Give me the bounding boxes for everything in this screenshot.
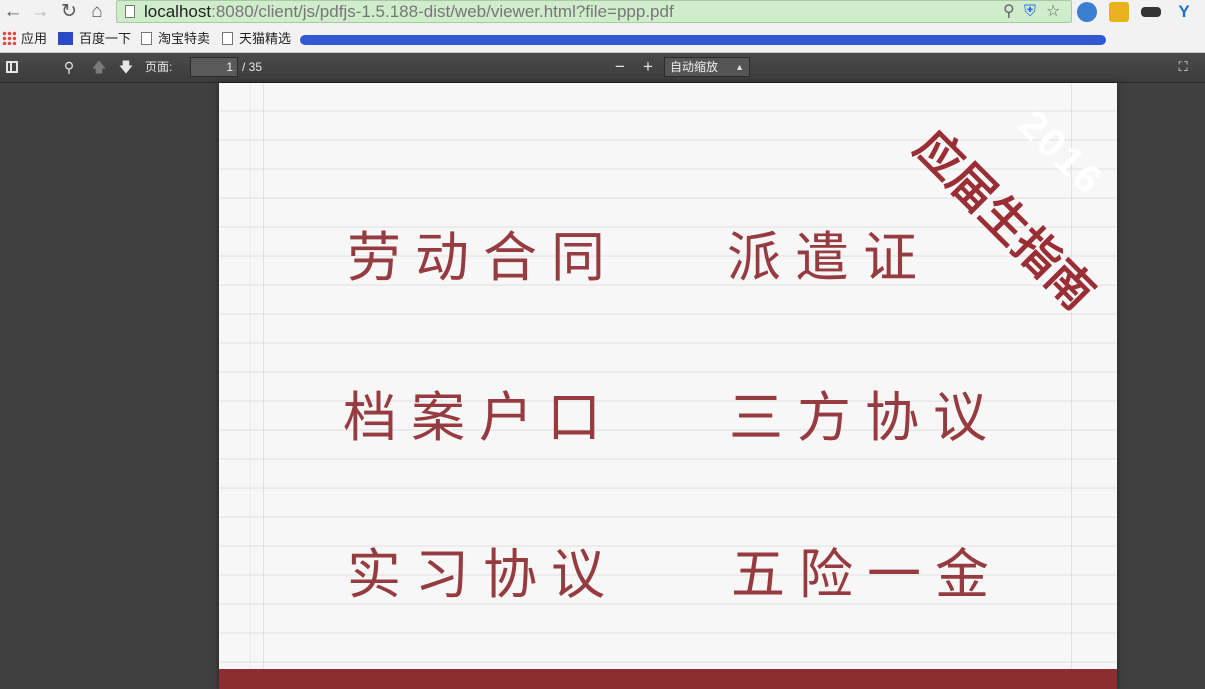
bookmark-label: 应用 — [21, 31, 48, 46]
bookmark-tmall[interactable]: 天猫精选 — [222, 30, 291, 48]
item-archive-hukou: 档案户口 — [343, 386, 615, 449]
pdf-toolbar: ⚲ 🡅 🡇 页面: / 35 − + 自动缩放 ▲ ⛶ — [0, 53, 1205, 83]
address-bar[interactable]: localhost:8080/client/js/pdfjs-1.5.188-d… — [116, 0, 1072, 23]
bookmark-label: 天猫精选 — [239, 31, 292, 46]
page-icon — [222, 32, 233, 45]
bookmark-apps[interactable]: 应用 — [2, 30, 47, 48]
page-number-input[interactable] — [190, 57, 238, 77]
zoom-value: 自动缩放 — [670, 60, 719, 74]
redaction-scribble — [300, 35, 1106, 45]
globe-extension-icon[interactable] — [1077, 2, 1097, 22]
previous-page-icon[interactable]: 🡅 — [91, 57, 107, 77]
item-internship-agreement: 实习协议 — [347, 543, 619, 606]
reload-icon[interactable]: ↻ — [58, 1, 80, 23]
puzzle-extension-icon[interactable] — [1109, 2, 1129, 22]
pdf-page: 劳动合同 派遣证 档案户口 三方协议 实习协议 五险一金 2016 应届生指南 — [219, 83, 1117, 689]
mask-extension-icon[interactable] — [1141, 7, 1161, 17]
bookmark-label: 淘宝特卖 — [158, 31, 211, 46]
forward-arrow-icon[interactable]: → — [29, 1, 51, 23]
bookmark-star-icon[interactable]: ☆ — [1046, 3, 1060, 21]
bookmark-taobao[interactable]: 淘宝特卖 — [141, 30, 210, 48]
zoom-select[interactable]: 自动缩放 ▲ — [664, 57, 750, 77]
page-total: / 35 — [242, 60, 263, 74]
item-insurance-fund: 五险一金 — [731, 543, 1003, 606]
url-path: :8080/client/js/pdfjs-1.5.188-dist/web/v… — [211, 2, 674, 21]
url-text[interactable]: localhost:8080/client/js/pdfjs-1.5.188-d… — [144, 2, 674, 22]
bookmark-baidu[interactable]: 百度一下 — [58, 30, 131, 48]
shield-icon[interactable]: ⛨ — [1024, 3, 1036, 21]
magnifier-icon[interactable]: ⚲ — [1003, 3, 1015, 21]
paper-line — [263, 83, 264, 689]
item-labor-contract: 劳动合同 — [347, 226, 619, 289]
home-icon[interactable]: ⌂ — [86, 1, 108, 23]
next-page-icon[interactable]: 🡇 — [118, 57, 134, 77]
item-dispatch-cert: 派遣证 — [727, 226, 931, 289]
browser-address-row: ← → ↻ ⌂ localhost:8080/client/js/pdfjs-1… — [0, 0, 1205, 24]
pdf-viewer: 劳动合同 派遣证 档案户口 三方协议 实习协议 五险一金 2016 应届生指南 — [0, 83, 1205, 689]
bookmark-label: 百度一下 — [79, 31, 132, 46]
back-arrow-icon[interactable]: ← — [2, 1, 24, 23]
page-icon — [141, 32, 152, 45]
apps-grid-icon — [2, 31, 16, 45]
item-tripartite-agreement: 三方协议 — [729, 386, 1001, 449]
sidebar-toggle-icon[interactable] — [6, 61, 18, 73]
y-extension-icon[interactable]: Y — [1173, 1, 1195, 23]
url-host: localhost — [144, 2, 212, 21]
presentation-mode-icon[interactable]: ⛶ — [1175, 57, 1191, 77]
zoom-out-icon[interactable]: − — [612, 57, 628, 77]
select-caret-icon: ▲ — [735, 62, 744, 72]
page-label: 页面: — [145, 60, 173, 74]
zoom-in-icon[interactable]: + — [640, 57, 656, 77]
baidu-paw-icon — [58, 32, 73, 45]
bottom-band — [219, 669, 1117, 689]
find-icon[interactable]: ⚲ — [61, 57, 77, 77]
page-icon — [125, 5, 135, 18]
